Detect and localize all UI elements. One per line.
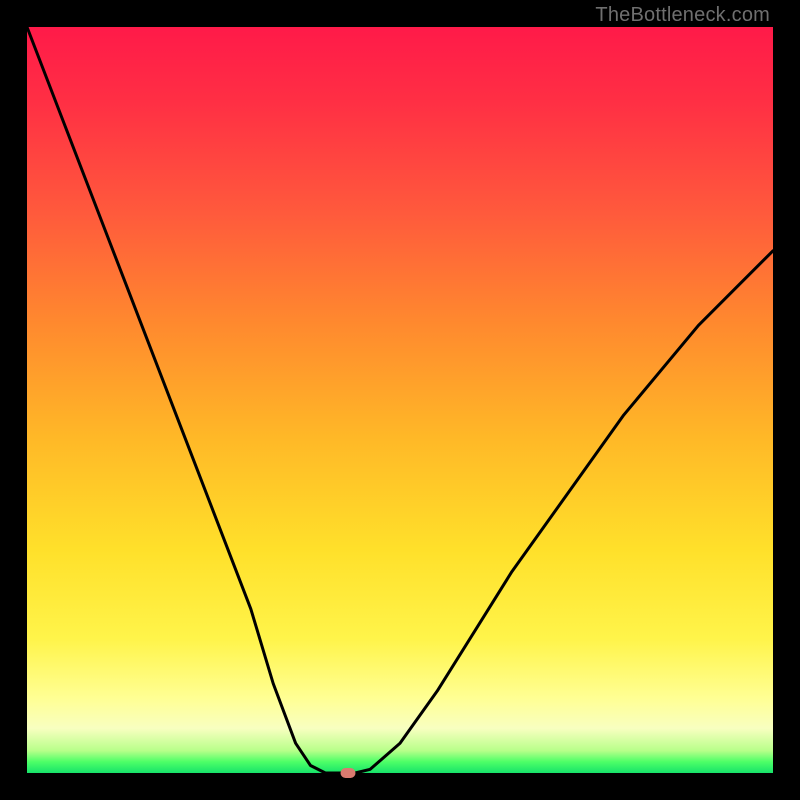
bottleneck-curve [27, 27, 773, 773]
chart-frame: TheBottleneck.com [0, 0, 800, 800]
watermark-text: TheBottleneck.com [595, 4, 770, 27]
optimum-marker [340, 768, 355, 778]
curve-path [27, 27, 773, 773]
plot-area [27, 27, 773, 773]
